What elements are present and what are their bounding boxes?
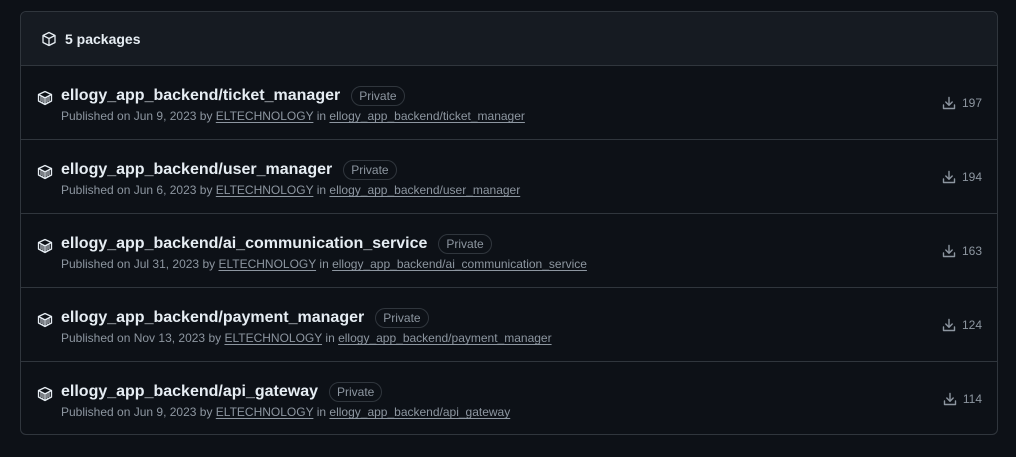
package-list: ellogy_app_backend/ticket_manager Privat… — [21, 66, 997, 434]
package-name-link[interactable]: ellogy_app_backend/ai_communication_serv… — [61, 235, 427, 253]
download-count: 124 — [941, 317, 982, 333]
in-text: in — [316, 183, 327, 197]
published-text: Published on Jun 6, 2023 by — [61, 183, 213, 197]
published-text: Published on Jun 9, 2023 by — [61, 109, 213, 123]
download-count-value: 197 — [961, 96, 982, 110]
private-badge: Private — [329, 382, 383, 402]
repository-link[interactable]: ellogy_app_backend/user_manager — [329, 183, 520, 197]
package-row: ellogy_app_backend/api_gateway Private P… — [21, 362, 997, 434]
packages-count-title: 5 packages — [65, 30, 141, 47]
container-package-icon — [37, 90, 53, 106]
publisher-link[interactable]: ELTECHNOLOGY — [218, 257, 316, 271]
private-badge: Private — [375, 308, 429, 328]
container-package-icon — [37, 386, 53, 402]
download-count-value: 124 — [961, 318, 982, 332]
in-text: in — [316, 405, 327, 419]
in-text: in — [319, 257, 329, 271]
package-row: ellogy_app_backend/user_manager Private … — [21, 140, 997, 214]
download-count-value: 194 — [961, 170, 982, 184]
container-package-icon — [37, 238, 53, 254]
package-name-link[interactable]: ellogy_app_backend/user_manager — [61, 161, 332, 179]
package-meta: Published on Jun 9, 2023 by ELTECHNOLOGY… — [61, 405, 510, 419]
package-meta: Published on Jun 6, 2023 by ELTECHNOLOGY… — [61, 183, 520, 197]
package-name-link[interactable]: ellogy_app_backend/ticket_manager — [61, 87, 340, 105]
private-badge: Private — [343, 160, 397, 180]
package-row: ellogy_app_backend/ai_communication_serv… — [21, 214, 997, 288]
publisher-link[interactable]: ELTECHNOLOGY — [224, 331, 322, 345]
package-meta: Published on Jun 9, 2023 by ELTECHNOLOGY… — [61, 109, 525, 123]
container-package-icon — [37, 312, 53, 328]
download-icon — [941, 243, 957, 259]
download-count-value: 114 — [962, 392, 982, 406]
in-text: in — [316, 109, 327, 123]
published-text: Published on Nov 13, 2023 by — [61, 331, 222, 345]
download-count: 197 — [941, 95, 982, 111]
repository-link[interactable]: ellogy_app_backend/api_gateway — [329, 405, 510, 419]
package-name-link[interactable]: ellogy_app_backend/payment_manager — [61, 309, 364, 327]
repository-link[interactable]: ellogy_app_backend/ticket_manager — [329, 109, 524, 123]
published-text: Published on Jun 9, 2023 by — [61, 405, 213, 419]
package-icon — [41, 31, 57, 47]
download-count-value: 163 — [961, 244, 982, 258]
download-icon — [941, 169, 957, 185]
in-text: in — [325, 331, 335, 345]
packages-box: 5 packages ellogy_app_backend/ticket_man… — [20, 11, 998, 435]
package-name-link[interactable]: ellogy_app_backend/api_gateway — [61, 383, 318, 401]
download-count: 194 — [941, 169, 982, 185]
private-badge: Private — [351, 86, 405, 106]
download-icon — [941, 95, 957, 111]
package-meta: Published on Jul 31, 2023 by ELTECHNOLOG… — [61, 257, 587, 271]
private-badge: Private — [438, 234, 492, 254]
publisher-link[interactable]: ELTECHNOLOGY — [216, 109, 314, 123]
publisher-link[interactable]: ELTECHNOLOGY — [216, 405, 314, 419]
packages-header: 5 packages — [21, 12, 997, 66]
download-count: 163 — [941, 243, 982, 259]
package-row: ellogy_app_backend/payment_manager Priva… — [21, 288, 997, 362]
download-count: 114 — [942, 391, 982, 407]
download-icon — [942, 391, 958, 407]
repository-link[interactable]: ellogy_app_backend/ai_communication_serv… — [332, 257, 587, 271]
package-meta: Published on Nov 13, 2023 by ELTECHNOLOG… — [61, 331, 552, 345]
container-package-icon — [37, 164, 53, 180]
repository-link[interactable]: ellogy_app_backend/payment_manager — [338, 331, 552, 345]
publisher-link[interactable]: ELTECHNOLOGY — [216, 183, 314, 197]
download-icon — [941, 317, 957, 333]
package-row: ellogy_app_backend/ticket_manager Privat… — [21, 66, 997, 140]
published-text: Published on Jul 31, 2023 by — [61, 257, 216, 271]
